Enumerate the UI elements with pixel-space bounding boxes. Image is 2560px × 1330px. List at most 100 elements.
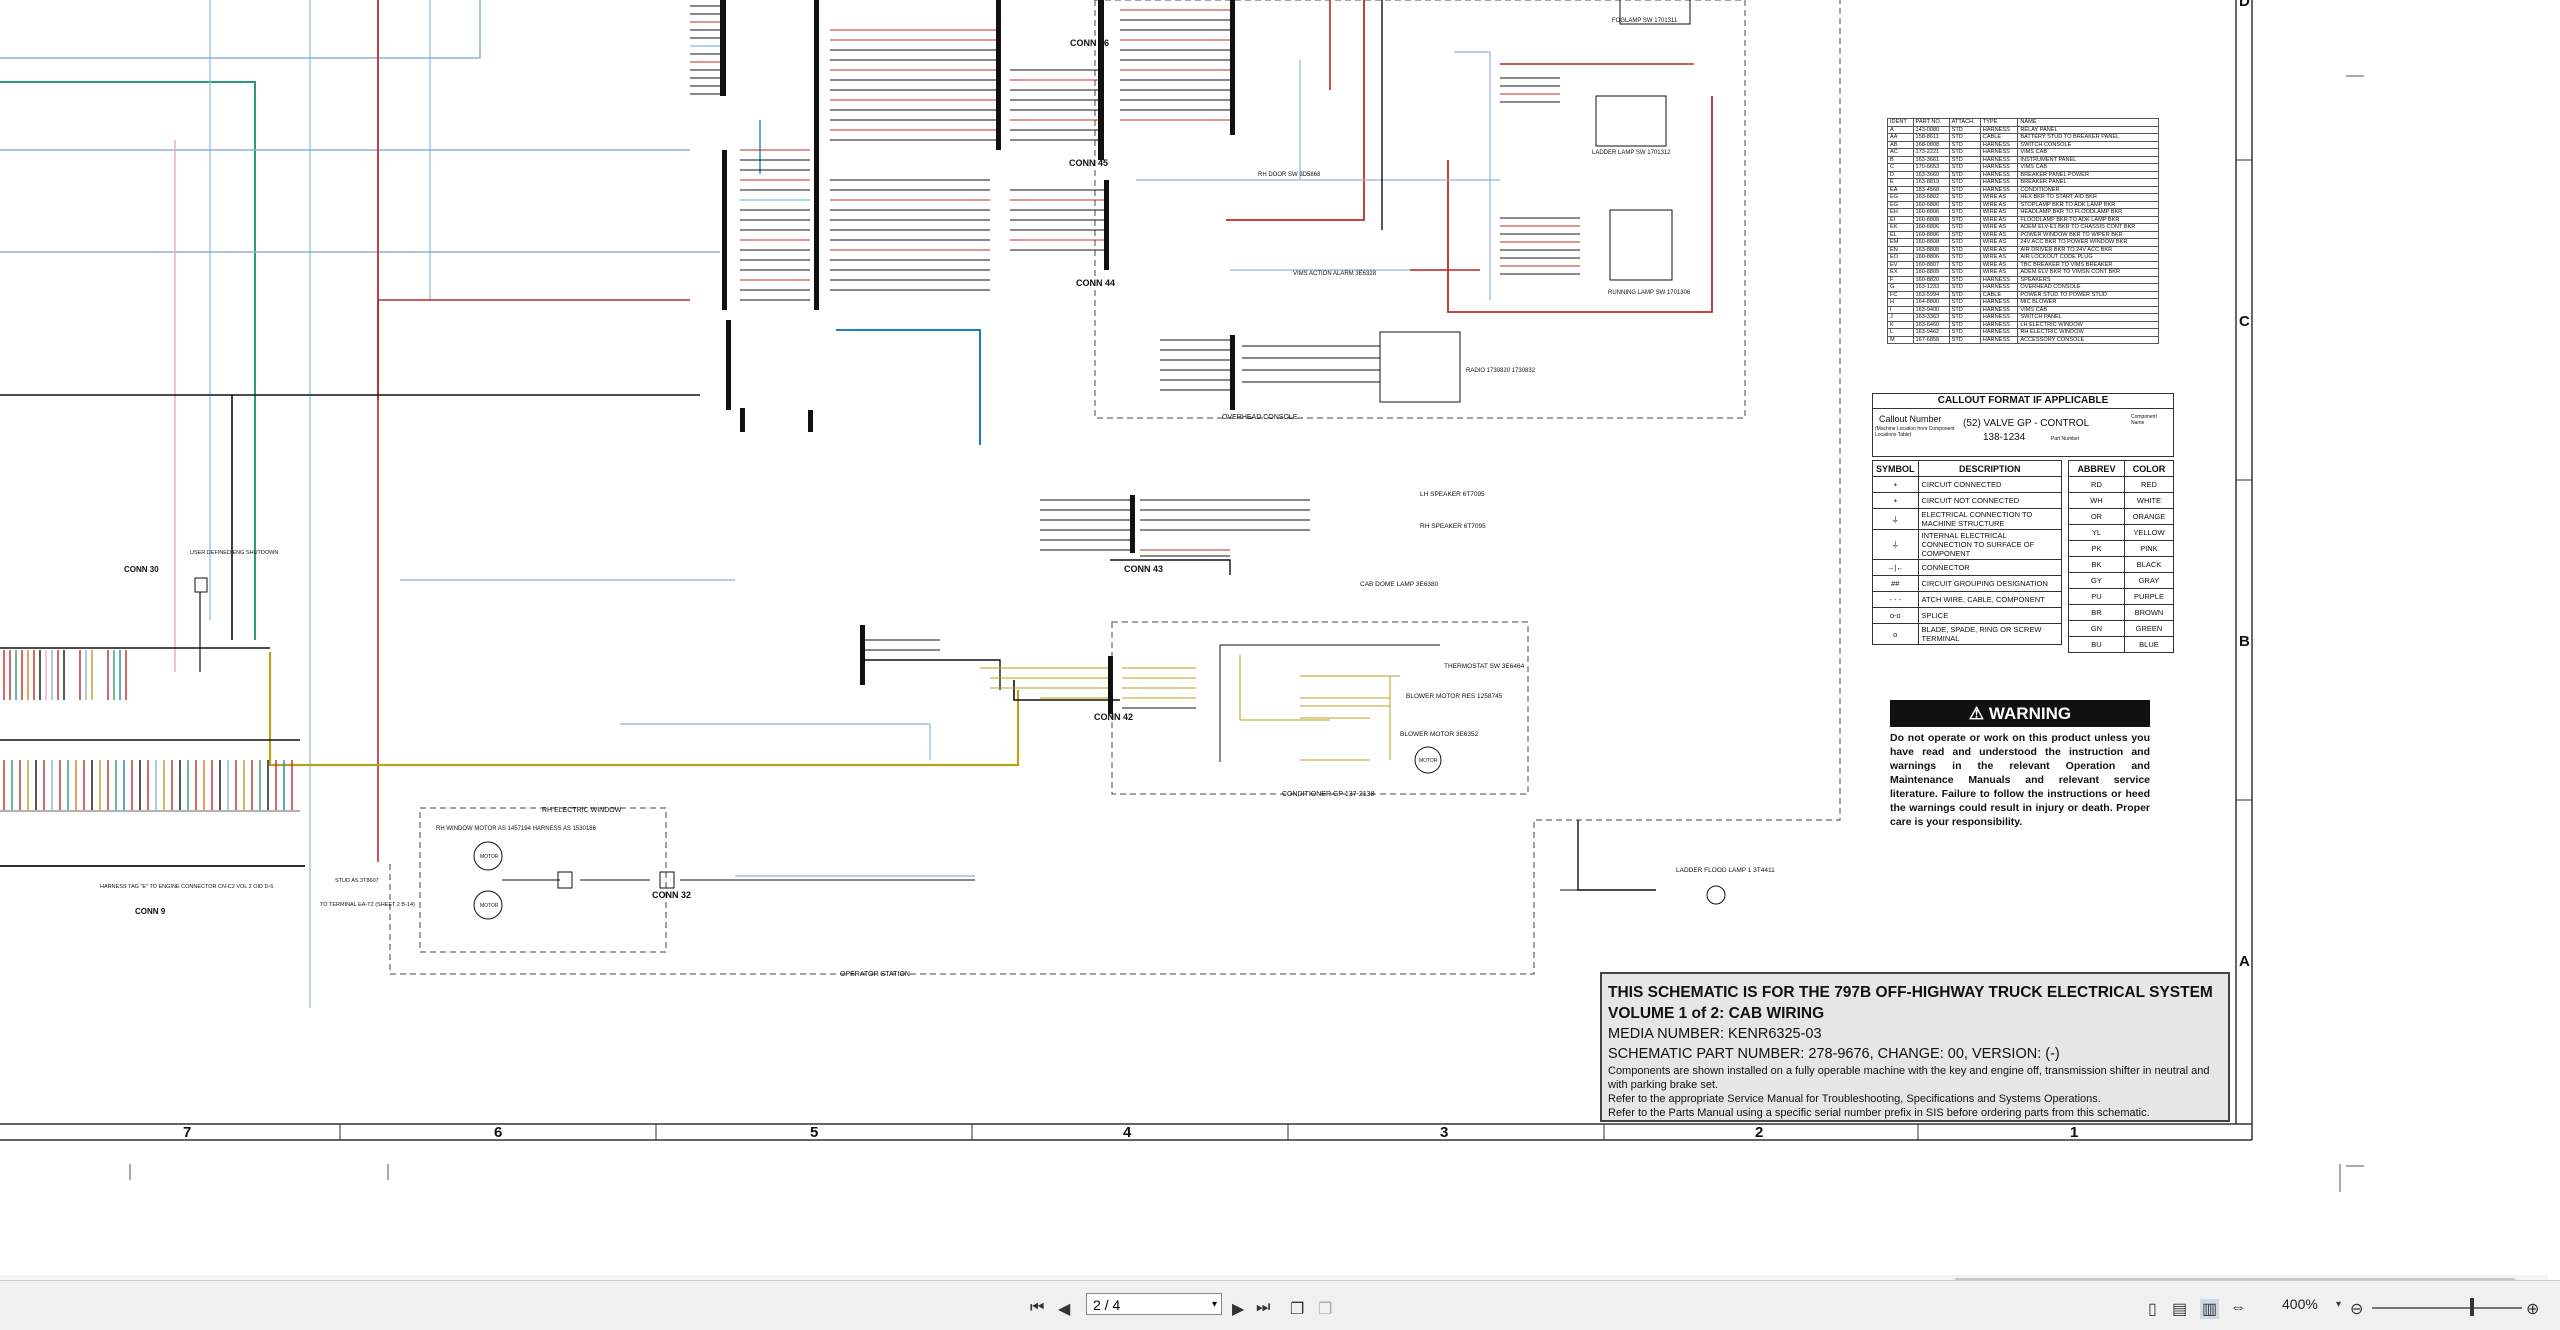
paste-page-icon[interactable]: ❐ <box>1318 1299 1332 1319</box>
component-table-cell: STD <box>1948 260 1981 269</box>
component-table-cell: HARNESS <box>1979 305 2019 314</box>
callout-example: (52) VALVE GP - CONTROL <box>1963 418 2090 429</box>
continuous-view-icon[interactable]: ▤ <box>2172 1299 2187 1319</box>
page-number-field[interactable]: 2 / 4 ▾ <box>1086 1293 1222 1315</box>
component-table-cell: STD <box>1948 148 1981 157</box>
zoom-level[interactable]: 400% <box>2282 1296 2318 1312</box>
symbol-row: ⏚ ELECTRICAL CONNECTION TO MACHINE STRUCT… <box>1872 508 2063 530</box>
callout-format-box: CALLOUT FORMAT IF APPLICABLE Callout Num… <box>1872 393 2174 457</box>
symbol-description: ATCH WIRE, CABLE, COMPONENT <box>1917 591 2063 608</box>
viewer-toolbar: ⏮ ◀ 2 / 4 ▾ ▶ ⏭ ❐ ❐ ▯ ▤ ▥ ⇔ 400% ▾ ⊖ ⊕ <box>0 1280 2560 1330</box>
conn46-label: CONN 46 <box>1070 38 1109 48</box>
zoom-in-icon[interactable]: ⊕ <box>2526 1299 2539 1319</box>
component-table-cell: HARNESS <box>1979 283 2019 292</box>
symbol-description: CONNECTOR <box>1917 559 2063 576</box>
component-table-row: AA 158-8611 STD CABLE BATTERY STUD TO BREAKE… <box>1887 133 2159 142</box>
component-table-cell: 160-6806 <box>1912 223 1950 232</box>
component-table-cell: 160-8820 <box>1912 275 1950 284</box>
color-abbrev: BK <box>2068 556 2125 573</box>
conn9-label: CONN 9 <box>135 907 166 916</box>
component-table-cell: 160-8806 <box>1912 208 1950 217</box>
color-name: PINK <box>2123 540 2175 557</box>
component-table-cell: BREAKER PANEL POWER <box>2017 170 2159 179</box>
component-table-row: EX 160-8809 STD WIRE AS ADEM ELV BKR TO VIMS… <box>1887 268 2159 277</box>
component-table-cell: WIRE AS <box>1979 238 2019 247</box>
window-motor-1-text: MOTOR <box>480 854 499 860</box>
component-table-cell: WIRE AS <box>1979 215 2019 224</box>
color-row: YL YELLOW <box>2068 524 2175 541</box>
previous-page-icon[interactable]: ◀ <box>1058 1299 1070 1319</box>
component-table-row: EA 183-4568 STD HARNESS CONDITIONER <box>1887 185 2159 194</box>
component-table-cell: 160-6806 <box>1912 200 1950 209</box>
component-table-cell: STD <box>1948 208 1981 217</box>
component-table-cell: HARNESS <box>1979 320 2019 329</box>
component-table-cell: EL <box>1887 230 1914 239</box>
last-page-icon[interactable]: ⏭ <box>1256 1299 1270 1317</box>
zoom-out-icon[interactable]: ⊖ <box>2350 1299 2363 1319</box>
component-table-cell: WIRE AS <box>1979 200 2019 209</box>
component-table-cell: STD <box>1948 320 1981 329</box>
symbol-glyph-icon: + <box>1872 476 1919 493</box>
component-table-cell: STD <box>1948 200 1981 209</box>
blower-motor-text: MOTOR <box>1419 758 1438 764</box>
symbol-row: + CIRCUIT NOT CONNECTED <box>1872 492 2063 509</box>
warning-title: WARNING <box>1988 704 2072 723</box>
page-dropdown-icon[interactable]: ▾ <box>1212 1294 1217 1316</box>
component-table-cell: HARNESS <box>1979 185 2019 194</box>
conn30-connector <box>194 577 208 593</box>
first-page-icon[interactable]: ⏮ <box>1030 1299 1044 1317</box>
component-table-cell: D <box>1887 170 1914 179</box>
component-table-cell: 24V ACC BKR TO POWER WINDOW BKR <box>2017 238 2159 247</box>
fit-width-icon[interactable]: ⇔ <box>2230 1299 2246 1317</box>
warning-header: ⚠ WARNING <box>1890 700 2150 727</box>
component-table-row: B 163-3661 STD HARNESS INSTRUMENT PANEL <box>1887 155 2159 164</box>
component-table-cell: HARNESS <box>1979 178 2019 187</box>
running-lamp-sw-box <box>1609 209 1673 281</box>
component-table-row: L 163-9462 STD HARNESS RH ELECTRIC WINDOW <box>1887 328 2159 337</box>
component-table-cell: SWITCH PANEL <box>2017 313 2159 322</box>
two-page-view-icon[interactable]: ▥ <box>2200 1299 2220 1319</box>
component-table-cell: VIMS CAB <box>2017 148 2159 157</box>
component-table-cell: 163-6460 <box>1912 320 1950 329</box>
zone-col-3: 3 <box>1440 1124 1448 1141</box>
color-name: GRAY <box>2123 572 2175 589</box>
color-abbrev: PU <box>2068 588 2125 605</box>
color-name: BLACK <box>2123 556 2175 573</box>
color-name: YELLOW <box>2123 524 2175 541</box>
symbol-glyph-icon: o-o <box>1872 607 1919 624</box>
component-table-cell: 173-2221 <box>1912 148 1950 157</box>
title-media-number: MEDIA NUMBER: KENR6325-03 <box>1608 1026 1822 1042</box>
component-table-cell: WIRE AS <box>1979 245 2019 254</box>
zone-col-1: 1 <box>2070 1124 2078 1141</box>
component-table-cell: SPEAKERS <box>2017 275 2159 284</box>
component-table-cell: STD <box>1948 298 1981 307</box>
component-table-cell: STD <box>1948 163 1981 172</box>
color-header: COLOR <box>2123 460 2175 477</box>
component-table-cell: EM <box>1887 238 1914 247</box>
component-table-cell: STD <box>1948 290 1981 299</box>
zoom-dropdown-icon[interactable]: ▾ <box>2336 1299 2341 1310</box>
symbol-row: →|← CONNECTOR <box>1872 559 2063 576</box>
next-page-icon[interactable]: ▶ <box>1232 1299 1244 1319</box>
component-table-cell: OVERHEAD CONSOLE <box>2017 283 2159 292</box>
component-table-row: EI 160-8808 STD WIRE AS FLOODLAMP BKR TO ADK… <box>1887 215 2159 224</box>
component-table-cell: HARNESS <box>1979 328 2019 337</box>
component-table-cell: HARNESS <box>1979 125 2019 134</box>
component-table-cell: EV <box>1887 260 1914 269</box>
component-table-cell: STD <box>1948 328 1981 337</box>
component-table-cell: 160-8807 <box>1912 260 1950 269</box>
component-table-cell: 164-8800 <box>1912 298 1950 307</box>
component-table-cell: K <box>1887 320 1914 329</box>
warning-text: Do not operate or work on this product u… <box>1890 732 2150 828</box>
component-table-cell: CONDITIONER <box>2017 185 2159 194</box>
zoom-slider-track[interactable] <box>2372 1307 2522 1309</box>
zoom-slider-thumb[interactable] <box>2470 1298 2474 1316</box>
abbrev-header: ABBREV <box>2068 460 2125 477</box>
component-table-cell: H <box>1887 298 1914 307</box>
component-table-cell: STD <box>1948 275 1981 284</box>
single-page-view-icon[interactable]: ▯ <box>2148 1299 2157 1319</box>
copy-page-icon[interactable]: ❐ <box>1290 1299 1304 1319</box>
color-abbrev: WH <box>2068 492 2125 509</box>
conditioner-label: CONDITIONER GP 137-2138 <box>1282 791 1375 798</box>
ladder-lamp-sw-label: LADDER LAMP SW 1701312 <box>1592 150 1671 156</box>
